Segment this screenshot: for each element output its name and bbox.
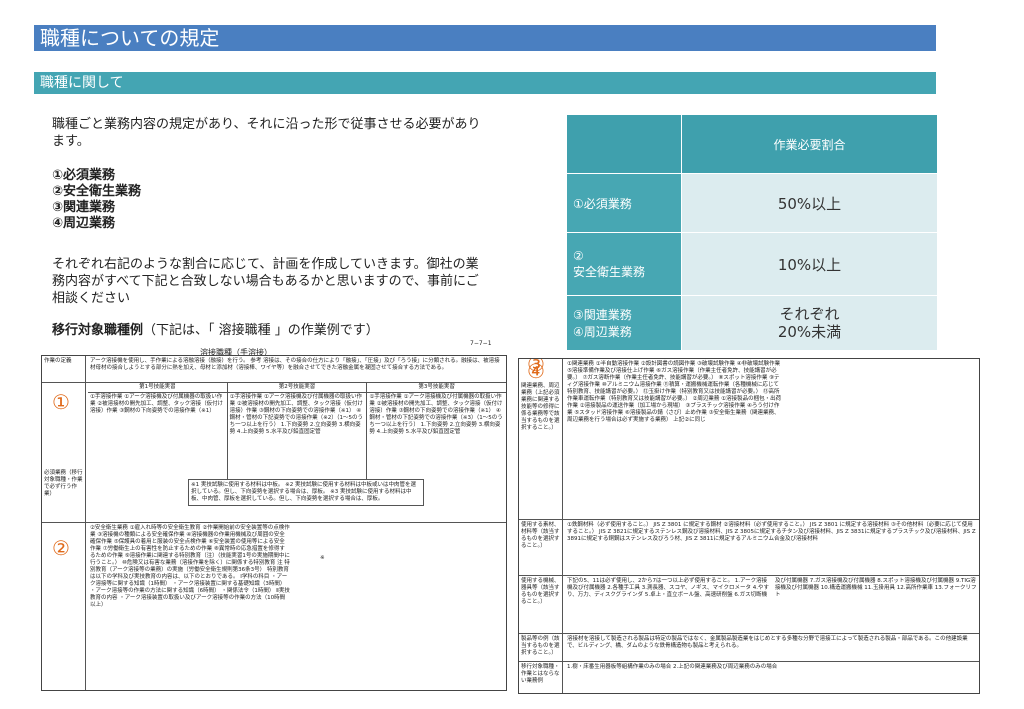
plan-paragraph: それぞれ右記のような割合に応じて、計画を作成していきます。御社の業務内容がすべて…	[52, 257, 479, 306]
example-rest: （下記は、「 溶接職種 」の作業例です）	[143, 323, 379, 338]
example-caption: 移行対象職種例（下記は、「 溶接職種 」の作業例です）	[52, 319, 379, 338]
grade-columns: 第1号技能実習 第2号技能実習 第3号技能実習 ①手溶接作業 ①アーク溶接機及び…	[88, 383, 506, 506]
circle-number-1: ①	[52, 390, 70, 414]
mandatory-row: ① 必須業務（移行対象職種・作業で必ず行う作業） 第1号技能実習 第2号技能実習…	[42, 382, 506, 522]
ratio-header-blank	[566, 114, 682, 174]
duty-list: ①必須業務 ②安全衛生業務 ③関連業務 ④周辺業務	[52, 168, 141, 232]
ratio-label: ①必須業務	[566, 173, 682, 233]
exam-notes: ※1 実技試験に使用する材料は中板。 ※2 実技試験に使用する材料は中板或いは中…	[188, 479, 424, 506]
mandatory-label: 必須業務（移行対象職種・作業で必ず行う作業）	[44, 470, 83, 497]
definition-label: 作業の定義	[42, 356, 86, 382]
grade-2-tasks: ①手溶接作業 ①アーク溶接機及び付属機器の取扱い作業 ②被溶接材の開先加工、調整…	[228, 393, 368, 479]
material-row: 使用する素材、材料等（該当するものを選択すること。） ①鉄鋼材料（必ず使用するこ…	[519, 519, 979, 575]
ratio-value: 50%以上	[681, 173, 938, 233]
grade-header-cell: 第3号技能実習	[418, 384, 455, 390]
related-row: ③ ④ 関連業務、周辺業務（上記必須業務に関連する技能等の修得に係る業務等で該当…	[519, 359, 979, 519]
duty-item: ①必須業務	[52, 168, 116, 183]
ratio-label: ③関連業務 ④周辺業務	[566, 295, 682, 351]
intro-text: 職種ごと業務内容の規定があり、それに沿った形で従事させる必要があります。	[52, 117, 481, 149]
safety-row: ② ②安全衛生業務 ①雇入れ時等の安全衛生教育 ②作業開始前の安全装置等の点検作…	[42, 522, 506, 690]
ratio-row: ①必須業務 50%以上	[566, 173, 938, 233]
welding-spec-page-2: ③ ④ 関連業務、周辺業務（上記必須業務に関連する技能等の修得に係る業務等で該当…	[518, 358, 980, 694]
ratio-label: ② 安全衛生業務	[566, 232, 682, 296]
material-label: 使用する素材、材料等（該当するものを選択すること。）	[519, 520, 563, 575]
grade-3-tasks: ①手溶接作業 ①アーク溶接機及び付属機器の取扱い作業 ②被溶接材の開先加工、調整…	[369, 394, 503, 435]
products-label: 製品等の例（該当するものを選択すること。）	[519, 634, 563, 661]
safety-label-cell: ②	[42, 523, 86, 690]
ratio-row: ② 安全衛生業務 10%以上	[566, 232, 938, 296]
definition-text: アーク溶接機を使用し、手作業による溶融溶接（融接）を行う。 参考 溶接は、その接…	[90, 358, 500, 371]
circle-number-4: ④	[527, 359, 545, 383]
grade-body: ①手溶接作業 ①アーク溶接機及び付属機器の取扱い作業 ②被溶接材の開先加工、調整…	[88, 393, 506, 479]
duty-item: ②安全衛生業務	[52, 184, 142, 199]
circle-number-2: ②	[52, 536, 70, 560]
target-row: 移行対象職種・作業とはならない業務例 1.樹・床番生用器板等組構作業のみの場合 …	[519, 661, 979, 693]
grade-header: 第1号技能実習 第2号技能実習 第3号技能実習	[88, 383, 506, 393]
grade-header-cell: 第2号技能実習	[228, 383, 368, 392]
material-text: ①鉄鋼材料（必ず使用すること。） JIS Z 3801 に規定する鋼材 ②溶接材…	[567, 522, 976, 542]
ratio-row: ③関連業務 ④周辺業務 それぞれ 20%未満	[566, 295, 938, 351]
safety-text: ②安全衛生業務 ①雇入れ時等の安全衛生教育 ②作業開始前の安全装置等の点検作業 …	[90, 525, 290, 608]
duty-item: ④周辺業務	[52, 216, 116, 231]
safety-tasks: ②安全衛生業務 ①雇入れ時等の安全衛生教育 ②作業開始前の安全装置等の点検作業 …	[88, 523, 506, 611]
products-text: 溶接材を溶接して製造される製品は特定の製品ではなく、金属製品製造業をはじめとする…	[567, 636, 968, 649]
ratio-header-row: 作業必要割合	[566, 114, 938, 174]
ratio-value: 10%以上	[681, 232, 938, 296]
section-heading: 職種に関して	[34, 72, 936, 94]
safety-mark: ※	[320, 555, 325, 561]
duty-item: ③関連業務	[52, 200, 116, 215]
equipment-label: 使用する機械、器具等（該当するものを選択すること。）	[519, 576, 563, 633]
grade-1-tasks: ①手溶接作業 ①アーク溶接機及び付属機器の取扱い作業 ②被溶接材の開先加工、調整…	[88, 393, 228, 479]
target-label: 移行対象職種・作業とはならない業務例	[519, 662, 563, 693]
welding-spec-page-1: 作業の定義 アーク溶接機を使用し、手作業による溶融溶接（融接）を行う。 参考 溶…	[41, 355, 507, 691]
target-text: 1.樹・床番生用器板等組構作業のみの場合 2.上記の関連業務及び周辺業務のみの場…	[567, 664, 778, 670]
ratio-header: 作業必要割合	[681, 114, 938, 174]
example-bold: 移行対象職種例	[52, 323, 144, 338]
ratio-value: それぞれ 20%未満	[681, 295, 938, 351]
ratio-table: 作業必要割合 ①必須業務 50%以上 ② 安全衛生業務 10%以上 ③関連業務 …	[566, 114, 938, 351]
mandatory-label-cell: ① 必須業務（移行対象職種・作業で必ず行う作業）	[42, 383, 86, 522]
related-text: ①関連業務 ①半自動溶接作業 ②設計図書の読図作業 ③破壊試験作業 ④非破壊試験…	[567, 361, 782, 423]
page-title: 職種についての規定	[34, 25, 936, 51]
definition-row: 作業の定義 アーク溶接機を使用し、手作業による溶融溶接（融接）を行う。 参考 溶…	[42, 356, 506, 382]
equipment-row: 使用する機械、器具等（該当するものを選択すること。） 下記の5、11は必ず使用し…	[519, 575, 979, 633]
equipment-text: 下記の5、11は必ず使用し、2から7は一つ以上必ず使用すること。 1.アーク溶接…	[567, 578, 977, 598]
products-row: 製品等の例（該当するものを選択すること。） 溶接材を溶接して製造される製品は特定…	[519, 633, 979, 661]
doc-page-number: 7−7−1	[470, 340, 492, 347]
related-label-cell: ③ ④ 関連業務、周辺業務（上記必須業務に関連する技能等の修得に係る業務等で該当…	[519, 359, 563, 519]
related-label: 関連業務、周辺業務（上記必須業務に関連する技能等の修得に係る業務等で該当するもの…	[521, 383, 560, 431]
grade-header-cell: 第1号技能実習	[88, 383, 228, 392]
